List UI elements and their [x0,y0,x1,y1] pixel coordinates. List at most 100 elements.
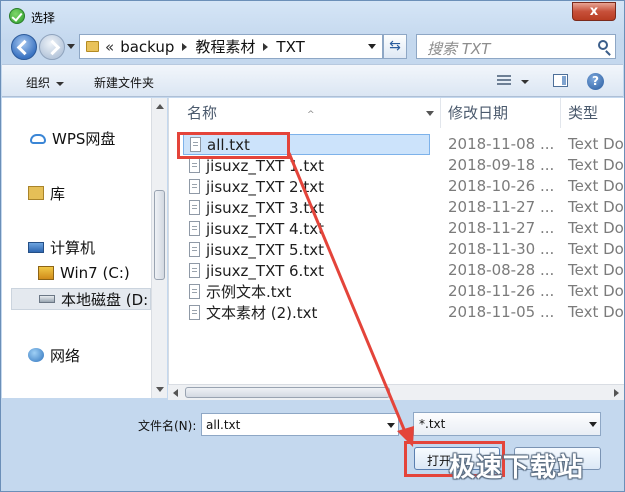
file-row[interactable]: 文本素材 (2).txt 2018-11-05 ... Text Do [169,302,624,323]
file-type: Text Do [568,156,624,174]
file-row[interactable]: jisuxz_TXT 5.txt 2018-11-30 ... Text Do [169,239,624,260]
text-file-icon [189,305,200,320]
file-row[interactable]: jisuxz_TXT 6.txt 2018-08-28 ... Text Do [169,260,624,281]
scroll-thumb[interactable] [185,387,390,398]
organize-menu[interactable]: 组织 [26,74,65,91]
search-placeholder: 搜索 TXT [427,40,491,58]
text-file-icon [189,263,200,278]
new-folder-button[interactable]: 新建文件夹 [94,74,154,91]
file-name-cell[interactable]: 示例文本.txt [183,281,430,302]
filename-input[interactable]: all.txt [201,413,399,436]
file-row[interactable]: jisuxz_TXT 2.txt 2018-10-26 ... Text Do [169,176,624,197]
file-rows: all.txt 2018-11-08 ... Text Do jisuxz_TXT 1… [169,134,624,323]
file-name-cell[interactable]: jisuxz_TXT 3.txt [183,197,430,218]
address-bar[interactable]: « backup 教程素材 TXT [79,34,383,59]
column-filter-dropdown-icon[interactable] [426,111,434,116]
file-type-filter-select[interactable]: *.txt [413,412,601,436]
scroll-up-icon[interactable] [156,104,164,109]
column-header-type[interactable]: 类型 [561,98,624,128]
nav-scrollbar[interactable] [151,98,167,398]
view-details-icon[interactable] [497,75,511,87]
filename-label: 文件名(N): [138,419,197,433]
file-open-dialog: 选择 x « backup 教程素材 TXT ⇆ 搜索 TXT 组织 新建文件夹… [0,0,625,492]
close-button[interactable]: x [572,2,616,21]
cloud-icon [30,134,46,144]
scroll-down-icon[interactable] [156,387,164,392]
sidebar-item-computer[interactable]: 计算机 [28,236,148,258]
preview-pane-icon[interactable] [553,74,568,87]
file-date: 2018-11-30 ... [448,240,555,258]
breadcrumb-arrow-icon[interactable] [263,42,269,51]
file-name: jisuxz_TXT 2.txt [206,177,324,196]
breadcrumb-tutorial[interactable]: 教程素材 [195,36,255,57]
scroll-thumb[interactable] [154,190,165,280]
file-date: 2018-11-27 ... [448,198,555,216]
file-name-cell[interactable]: 文本素材 (2).txt [183,302,430,323]
file-type: Text Do [568,177,624,195]
sort-ascending-icon: ^ [307,110,315,120]
breadcrumb-overflow[interactable]: « [105,38,114,56]
file-row[interactable]: 示例文本.txt 2018-11-26 ... Text Do [169,281,624,302]
refresh-button[interactable]: ⇆ [383,34,407,59]
list-horizontal-scrollbar[interactable] [168,384,624,400]
file-row[interactable]: jisuxz_TXT 4.txt 2018-11-27 ... Text Do [169,218,624,239]
library-icon [28,186,44,200]
address-dropdown-icon[interactable] [368,44,376,49]
text-file-icon [189,158,200,173]
file-type: Text Do [568,240,624,258]
navigation-pane: WPS网盘 库 计算机 Win7 (C:) 本地磁盘 (D: 网络 [2,98,167,398]
search-icon[interactable] [598,40,608,50]
network-icon [28,348,44,362]
forward-button[interactable] [39,34,65,60]
scroll-right-icon[interactable] [614,389,619,397]
file-name: jisuxz_TXT 4.txt [206,219,324,238]
file-name-cell[interactable]: jisuxz_TXT 2.txt [183,176,430,197]
help-icon[interactable]: ? [587,73,604,90]
column-header-name[interactable]: 名称 ^ [169,98,441,128]
breadcrumb-txt[interactable]: TXT [276,38,304,56]
file-name: jisuxz_TXT 5.txt [206,240,324,259]
scroll-left-icon[interactable] [173,389,178,397]
file-type: Text Do [568,303,624,321]
filename-dropdown-icon[interactable] [387,423,395,428]
breadcrumb-arrow-icon[interactable] [182,42,188,51]
file-date: 2018-09-18 ... [448,156,555,174]
file-name-cell[interactable]: jisuxz_TXT 6.txt [183,260,430,281]
sidebar-item-drive-d[interactable]: 本地磁盘 (D: [11,288,151,310]
computer-icon [28,241,44,253]
file-date: 2018-10-26 ... [448,177,555,195]
file-row[interactable]: jisuxz_TXT 3.txt 2018-11-27 ... Text Do [169,197,624,218]
recent-locations-dropdown[interactable] [67,44,75,49]
filter-dropdown-icon[interactable] [589,422,597,427]
file-type: Text Do [568,282,624,300]
view-dropdown-icon[interactable] [521,80,529,84]
file-name: jisuxz_TXT 1.txt [206,156,324,175]
sidebar-item-drive-c[interactable]: Win7 (C:) [38,262,150,284]
file-type: Text Do [568,198,624,216]
text-file-icon [189,284,200,299]
file-name: 示例文本.txt [206,283,292,301]
command-toolbar: 组织 新建文件夹 ? [2,64,623,97]
text-file-icon [189,221,200,236]
column-header-date[interactable]: 修改日期 [441,98,561,128]
text-file-icon [189,242,200,257]
file-type: Text Do [568,261,624,279]
search-input[interactable]: 搜索 TXT [416,34,616,59]
file-date: 2018-08-28 ... [448,261,555,279]
sidebar-item-library[interactable]: 库 [28,182,148,204]
file-name: 文本素材 (2).txt [206,304,318,322]
window-title: 选择 [31,11,56,25]
annotation-highlight-file [177,132,290,159]
title-bar: 选择 x [1,1,624,31]
file-type: Text Do [568,135,624,153]
breadcrumb-backup[interactable]: backup [120,38,174,56]
file-name-cell[interactable]: jisuxz_TXT 4.txt [183,218,430,239]
text-file-icon [189,179,200,194]
back-button[interactable] [11,34,37,60]
file-type: Text Do [568,219,624,237]
file-date: 2018-11-27 ... [448,219,555,237]
file-name-cell[interactable]: jisuxz_TXT 5.txt [183,239,430,260]
sidebar-item-wps-cloud[interactable]: WPS网盘 [30,127,150,149]
watermark-text: 极速下载站 [449,453,585,483]
sidebar-item-network[interactable]: 网络 [28,344,148,366]
